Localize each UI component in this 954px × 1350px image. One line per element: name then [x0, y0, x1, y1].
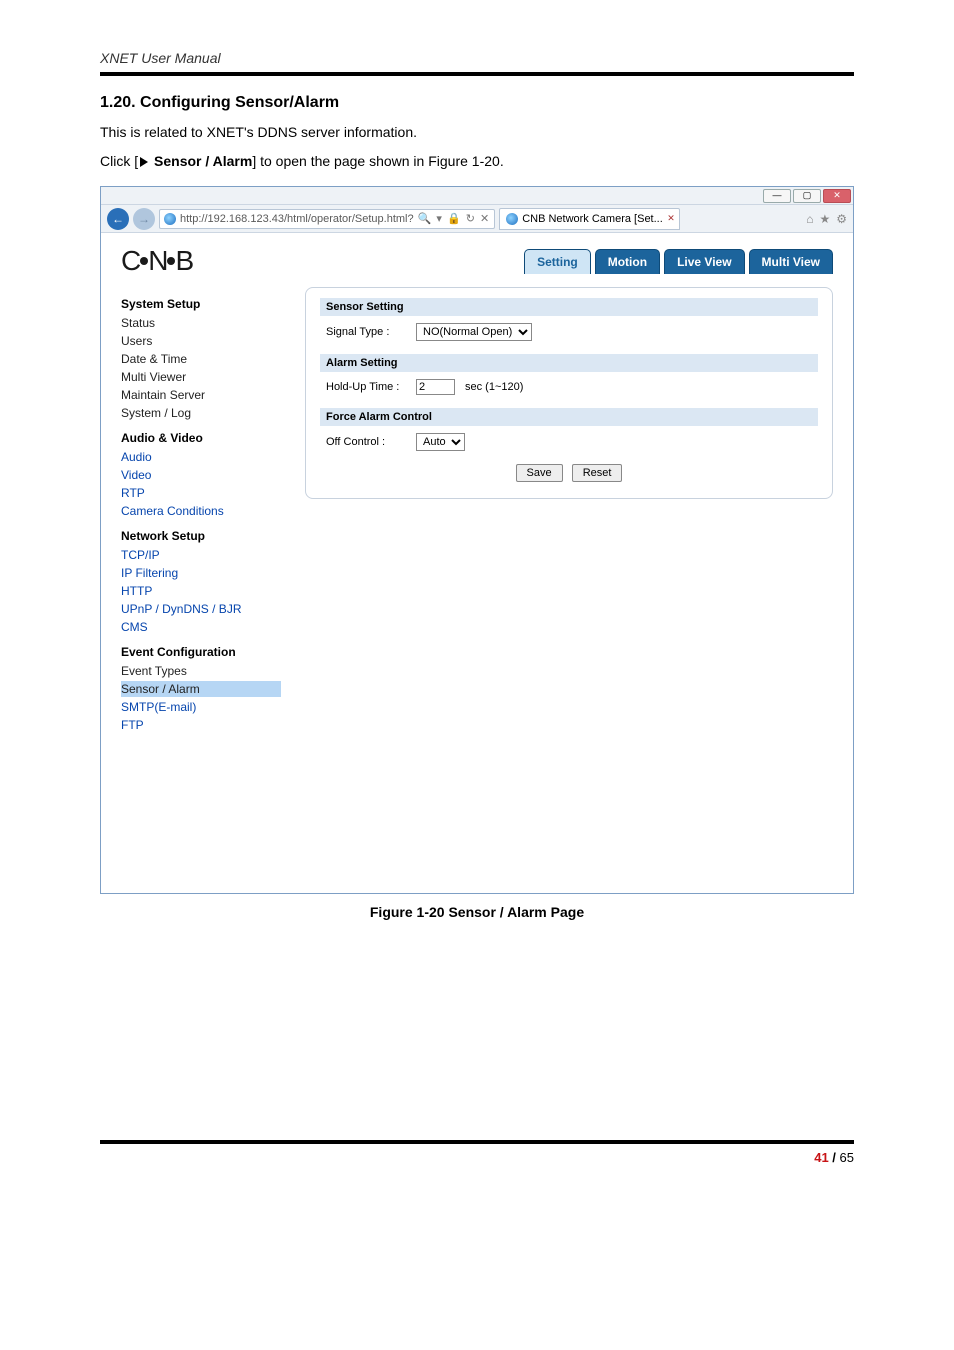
triangle-icon: [140, 157, 148, 167]
app-area: C N B Setting Motion Live View Multi Vie…: [101, 233, 853, 893]
sidebar-item-maintain-server[interactable]: Maintain Server: [121, 387, 281, 403]
sidebar-item-system-log[interactable]: System / Log: [121, 405, 281, 421]
tab-live-view[interactable]: Live View: [664, 249, 744, 274]
click-instruction: Click [ Sensor / Alarm] to open the page…: [100, 151, 854, 172]
address-bar[interactable]: http://192.168.123.43/html/operator/Setu…: [159, 209, 495, 229]
content-panel: Sensor Setting Signal Type : NO(Normal O…: [305, 287, 833, 499]
url-action-icons: 🔍 ▾ 🔒 ↻ ✕: [418, 212, 491, 225]
ie-icon: [164, 213, 176, 225]
window-titlebar: — ▢ ✕: [101, 187, 853, 205]
reset-button[interactable]: Reset: [572, 464, 623, 482]
save-button[interactable]: Save: [516, 464, 563, 482]
ie-icon: [506, 213, 518, 225]
off-control-label: Off Control :: [326, 436, 406, 448]
sidebar-item-status[interactable]: Status: [121, 315, 281, 331]
window-close-button[interactable]: ✕: [823, 189, 851, 203]
address-bar-row: ← → http://192.168.123.43/html/operator/…: [101, 205, 853, 233]
main-tabs: Setting Motion Live View Multi View: [524, 249, 833, 274]
window-minimize-button[interactable]: —: [763, 189, 791, 203]
button-row: Save Reset: [320, 464, 818, 482]
sidebar-item-multi-viewer[interactable]: Multi Viewer: [121, 369, 281, 385]
page-total: 65: [840, 1150, 854, 1165]
sidebar-item-sensor-alarm[interactable]: Sensor / Alarm: [121, 681, 281, 697]
signal-type-label: Signal Type :: [326, 326, 406, 338]
logo-n: N: [148, 245, 169, 277]
hold-up-time-unit: sec (1~120): [465, 381, 523, 393]
sidebar-item-tcpip[interactable]: TCP/IP: [121, 547, 281, 563]
sidebar-item-ip-filtering[interactable]: IP Filtering: [121, 565, 281, 581]
sidebar-group-audio-video: Audio & Video: [121, 431, 281, 445]
toolbar-right-icons: ⌂ ★ ⚙: [806, 212, 847, 226]
sidebar-item-ftp[interactable]: FTP: [121, 717, 281, 733]
hold-up-time-row: Hold-Up Time : sec (1~120): [320, 376, 818, 398]
sidebar-item-camera-conditions[interactable]: Camera Conditions: [121, 503, 281, 519]
tab-motion[interactable]: Motion: [595, 249, 660, 274]
sidebar-group-system-setup: System Setup: [121, 297, 281, 311]
logo-dot-icon: [140, 257, 148, 265]
logo-c: C: [121, 245, 142, 277]
hold-up-time-input[interactable]: [416, 379, 455, 395]
cnb-logo: C N B: [121, 245, 195, 277]
tools-icon[interactable]: ⚙: [836, 212, 847, 226]
intro-text: This is related to XNET's DDNS server in…: [100, 122, 854, 143]
tab-setting[interactable]: Setting: [524, 249, 591, 274]
tab-close-icon[interactable]: ✕: [667, 213, 675, 224]
sidebar-group-event-configuration: Event Configuration: [121, 645, 281, 659]
sidebar-item-event-types[interactable]: Event Types: [121, 663, 281, 679]
off-control-row: Off Control : Auto: [320, 430, 818, 454]
force-alarm-control-header: Force Alarm Control: [320, 408, 818, 426]
app-header: C N B Setting Motion Live View Multi Vie…: [121, 241, 833, 287]
logo-dot-icon: [167, 257, 175, 265]
sidebar-item-audio[interactable]: Audio: [121, 449, 281, 465]
sidebar-item-http[interactable]: HTTP: [121, 583, 281, 599]
forward-button[interactable]: →: [133, 208, 155, 230]
force-alarm-control-section: Force Alarm Control Off Control : Auto: [320, 408, 818, 454]
alarm-setting-section: Alarm Setting Hold-Up Time : sec (1~120): [320, 354, 818, 398]
page-separator: /: [829, 1150, 840, 1165]
sidebar-item-rtp[interactable]: RTP: [121, 485, 281, 501]
home-icon[interactable]: ⌂: [806, 212, 813, 226]
figure-caption: Figure 1-20 Sensor / Alarm Page: [100, 904, 854, 920]
url-text: http://192.168.123.43/html/operator/Setu…: [180, 213, 414, 225]
arrow-left-icon: ←: [112, 212, 124, 226]
sidebar: System Setup Status Users Date & Time Mu…: [121, 287, 281, 735]
sensor-setting-section: Sensor Setting Signal Type : NO(Normal O…: [320, 298, 818, 344]
signal-type-row: Signal Type : NO(Normal Open): [320, 320, 818, 344]
tab-title: CNB Network Camera [Set...: [522, 213, 663, 225]
hold-up-time-label: Hold-Up Time :: [326, 381, 406, 393]
click-pre: Click [: [100, 153, 138, 169]
window-maximize-button[interactable]: ▢: [793, 189, 821, 203]
sidebar-item-date-time[interactable]: Date & Time: [121, 351, 281, 367]
section-title: 1.20. Configuring Sensor/Alarm: [100, 94, 854, 112]
alarm-setting-header: Alarm Setting: [320, 354, 818, 372]
sidebar-item-users[interactable]: Users: [121, 333, 281, 349]
browser-tab[interactable]: CNB Network Camera [Set... ✕: [499, 208, 680, 230]
signal-type-select[interactable]: NO(Normal Open): [416, 323, 532, 341]
sidebar-item-video[interactable]: Video: [121, 467, 281, 483]
document-header: XNET User Manual: [100, 50, 854, 76]
sidebar-item-upnp-dyndns-bjr[interactable]: UPnP / DynDNS / BJR: [121, 601, 281, 617]
back-button[interactable]: ←: [107, 208, 129, 230]
sidebar-group-network-setup: Network Setup: [121, 529, 281, 543]
sidebar-item-cms[interactable]: CMS: [121, 619, 281, 635]
favorites-icon[interactable]: ★: [819, 212, 830, 226]
click-post: ] to open the page shown in Figure 1-20.: [252, 153, 503, 169]
page-current: 41: [814, 1150, 828, 1165]
sidebar-item-smtp-email[interactable]: SMTP(E-mail): [121, 699, 281, 715]
sensor-setting-header: Sensor Setting: [320, 298, 818, 316]
arrow-right-icon: →: [138, 212, 150, 226]
page-footer: 41 / 65: [100, 1140, 854, 1165]
app-body: System Setup Status Users Date & Time Mu…: [121, 287, 833, 735]
click-bold: Sensor / Alarm: [154, 153, 252, 169]
off-control-select[interactable]: Auto: [416, 433, 465, 451]
screenshot-frame: — ▢ ✕ ← → http://192.168.123.43/html/ope…: [100, 186, 854, 894]
logo-b: B: [175, 245, 195, 277]
tab-multi-view[interactable]: Multi View: [749, 249, 833, 274]
